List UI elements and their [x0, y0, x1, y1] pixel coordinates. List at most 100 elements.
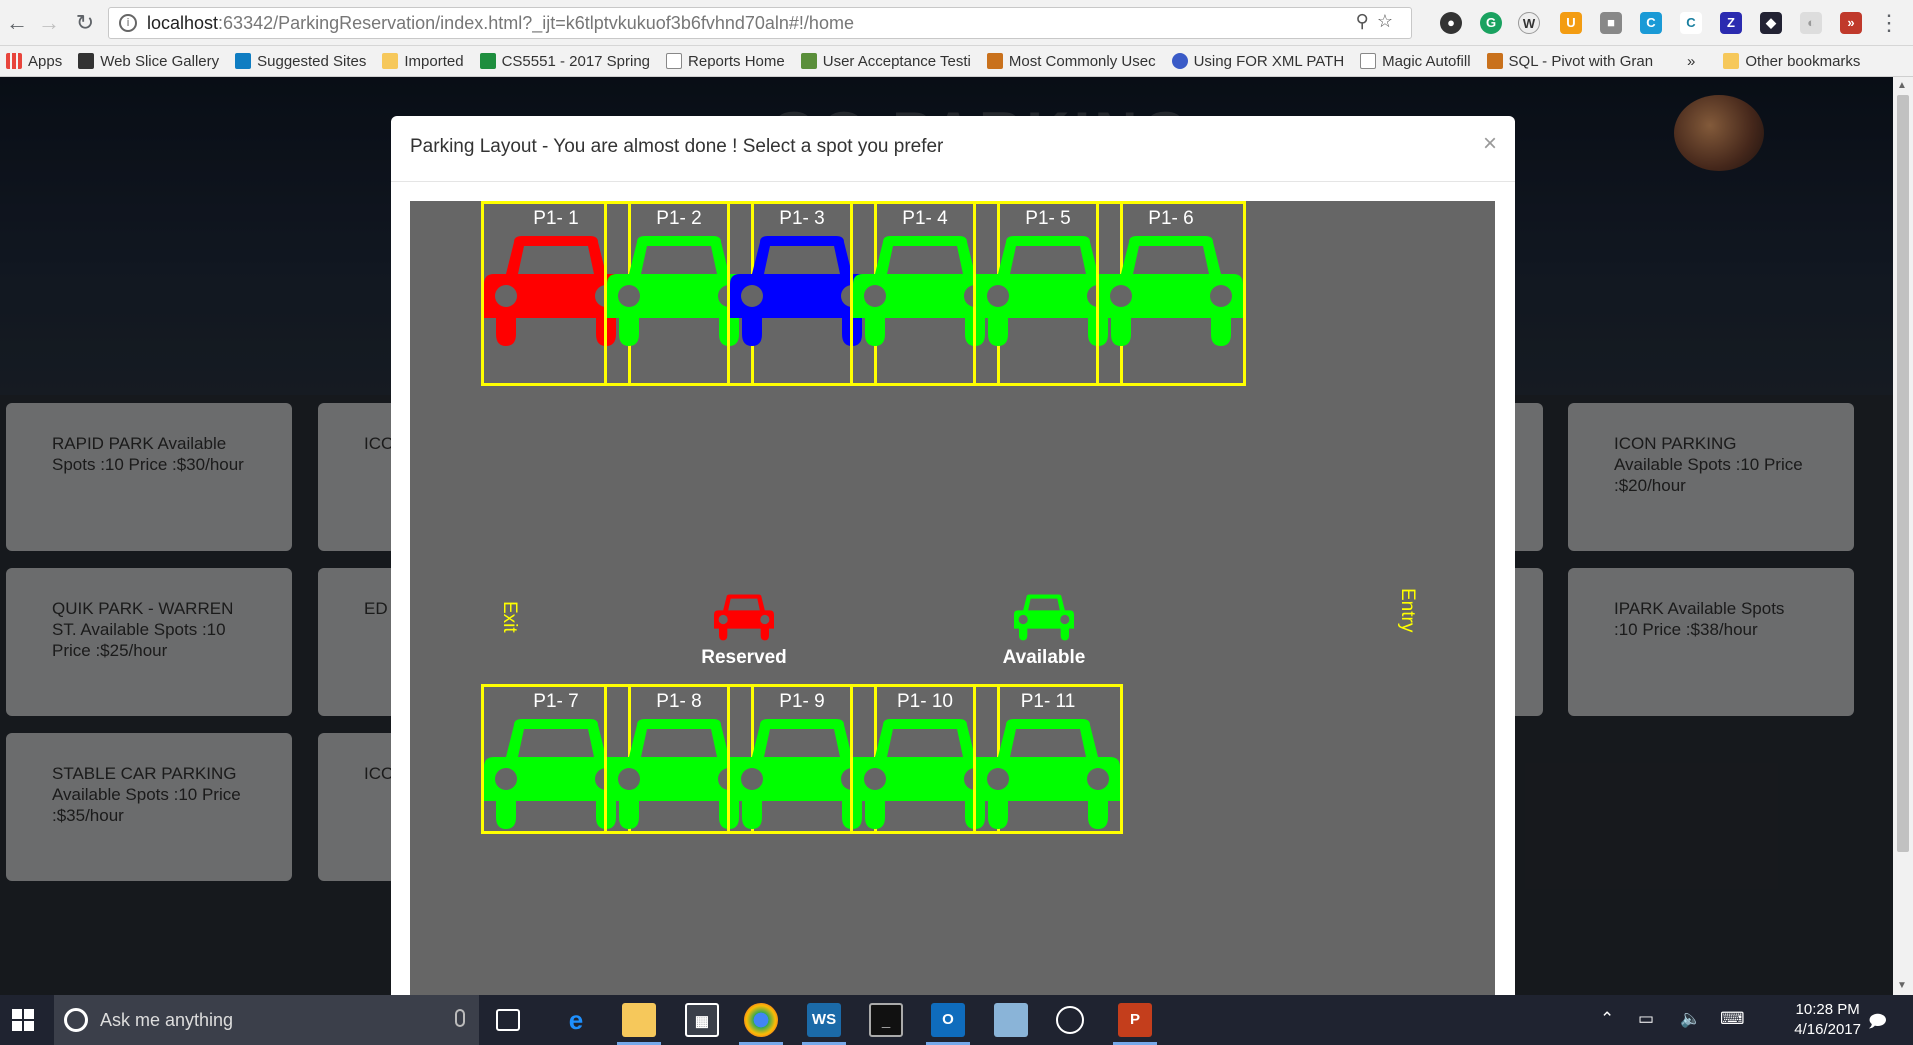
volume-muted-icon[interactable]: 🔈	[1680, 1009, 1701, 1029]
taskbar-search[interactable]: Ask me anything	[54, 995, 479, 1045]
windows-start-icon[interactable]	[12, 1009, 34, 1031]
spot-label: P1- 6	[1148, 208, 1194, 229]
tray-chevron-icon[interactable]: ⌃	[1600, 1009, 1614, 1029]
back-icon[interactable]: ←	[4, 10, 30, 36]
scrollbar-thumb[interactable]	[1897, 95, 1909, 852]
parking-spot[interactable]: P1- 6	[1096, 201, 1246, 386]
site-icon	[1171, 53, 1188, 69]
bookmark-label: Imported	[404, 52, 464, 70]
available-car-icon	[976, 719, 1120, 829]
available-car-icon	[1099, 236, 1243, 346]
file-explorer-icon[interactable]	[622, 1003, 656, 1037]
bookmark-label: Most Commonly Usec	[1008, 52, 1156, 70]
parking-layout-modal: Parking Layout - You are almost done ! S…	[391, 116, 1515, 996]
bookmark-item[interactable]: User Acceptance Testi	[800, 52, 971, 70]
modal-title: Parking Layout - You are almost done ! S…	[410, 136, 944, 157]
extension-icon[interactable]: U	[1560, 12, 1582, 34]
task-view-icon[interactable]	[496, 1009, 520, 1031]
grammarly-icon[interactable]: G	[1480, 12, 1502, 34]
car-shape	[714, 594, 774, 641]
bing-icon	[235, 53, 252, 69]
site-icon	[1486, 53, 1503, 69]
extension-icon[interactable]: ◆	[1760, 12, 1782, 34]
info-icon[interactable]: i	[119, 14, 137, 32]
notifications-icon[interactable]: 🗩	[1868, 1009, 1887, 1038]
forward-icon[interactable]: →	[36, 10, 62, 36]
bookmark-item[interactable]: Imported	[382, 52, 464, 70]
scroll-down-icon[interactable]: ▼	[1897, 980, 1907, 991]
bookmark-item[interactable]: Reports Home	[666, 53, 785, 70]
folder-icon	[1723, 53, 1740, 69]
edge-icon[interactable]: e	[559, 1003, 593, 1037]
bookmark-item[interactable]: CS5551 - 2017 Spring	[479, 53, 650, 70]
terminal-icon[interactable]: _	[869, 1003, 903, 1037]
other-bookmarks[interactable]: Other bookmarks	[1723, 53, 1860, 70]
extension-icon[interactable]: Z	[1720, 12, 1742, 34]
modal-header: Parking Layout - You are almost done ! S…	[391, 116, 1515, 182]
clock-date: 4/16/2017	[1794, 1021, 1861, 1038]
extension-icon[interactable]: C	[1680, 12, 1702, 34]
obs-icon[interactable]	[1056, 1006, 1084, 1034]
bookmarks-bar: Apps Web Slice Gallery Suggested Sites I…	[0, 46, 1913, 77]
exit-label: Exit	[499, 601, 520, 633]
notes-icon[interactable]	[994, 1003, 1028, 1037]
wordpress-icon[interactable]: W	[1518, 12, 1540, 34]
bookmark-label: User Acceptance Testi	[822, 52, 971, 70]
close-icon[interactable]: ×	[1483, 130, 1497, 158]
bookmark-label: Other bookmarks	[1745, 52, 1861, 70]
bookmark-apps[interactable]: Apps	[6, 53, 62, 70]
parking-lot: P1- 1 P1- 2 P1- 3 P1- 4 P1- 5 P1- 6 P1- 7 P1- …	[410, 201, 1495, 996]
extension-icon[interactable]: ■	[1600, 12, 1622, 34]
bookmark-item[interactable]: Using FOR XML PATH	[1171, 52, 1345, 70]
folder-icon	[382, 53, 399, 69]
extension-icon[interactable]: »	[1840, 12, 1862, 34]
site-icon	[986, 53, 1003, 69]
page-icon	[78, 53, 95, 69]
clock[interactable]: 10:28 PM 4/16/2017	[1794, 1000, 1861, 1040]
bookmark-label: Magic Autofill	[1382, 52, 1471, 70]
address-bar[interactable]: i localhost:63342/ParkingReservation/ind…	[108, 7, 1412, 39]
bookmark-item[interactable]: Most Commonly Usec	[986, 52, 1156, 70]
extension-icon[interactable]: ◐	[1800, 12, 1822, 34]
store-icon[interactable]: ▦	[685, 1003, 719, 1037]
legend-label: Reserved	[701, 647, 787, 668]
extension-icon[interactable]: C	[1640, 12, 1662, 34]
chrome-icon[interactable]	[744, 1003, 778, 1037]
spot-label: P1- 11	[1020, 691, 1076, 712]
more-bookmarks-button[interactable]: »	[1687, 53, 1695, 70]
bookmark-star-icon[interactable]: ⚲☆	[1356, 11, 1401, 32]
bookmark-item[interactable]: Web Slice Gallery	[78, 53, 219, 70]
bookmark-item[interactable]: SQL - Pivot with Gran	[1486, 53, 1653, 70]
outlook-icon[interactable]: O	[931, 1003, 965, 1037]
bookmark-label: Suggested Sites	[257, 52, 367, 70]
extension-icon[interactable]: ●	[1440, 12, 1462, 34]
keyboard-icon[interactable]: ⌨	[1720, 1009, 1745, 1029]
url-host: localhost	[147, 12, 219, 33]
powerpoint-icon[interactable]: P	[1118, 1003, 1152, 1037]
gear-icon	[800, 53, 817, 69]
reserved-car-icon	[714, 594, 774, 641]
browser-toolbar: ← → ↻ i localhost:63342/ParkingReservati…	[0, 0, 1913, 46]
bookmark-label: Apps	[28, 52, 63, 70]
bookmark-label: Using FOR XML PATH	[1193, 52, 1345, 70]
sheet-icon	[479, 53, 496, 69]
battery-icon[interactable]: ▭	[1638, 1009, 1654, 1029]
cortana-icon	[64, 1008, 88, 1032]
bookmark-label: Reports Home	[688, 52, 785, 70]
reload-icon[interactable]: ↻	[72, 10, 98, 36]
parking-spot[interactable]: P1- 11	[973, 684, 1123, 834]
microphone-icon[interactable]	[455, 1009, 465, 1027]
page-icon	[1360, 53, 1377, 69]
bookmark-item[interactable]: Suggested Sites	[235, 53, 366, 70]
scroll-up-icon[interactable]: ▲	[1897, 80, 1907, 91]
page-icon	[666, 53, 683, 69]
entry-label: Entry	[1397, 588, 1418, 633]
windows-taskbar: Ask me anything e ▦ WS _ O P ⌃ ▭ 🔈 ⌨ 10:…	[0, 995, 1913, 1045]
apps-icon	[6, 53, 22, 69]
clock-time: 10:28 PM	[1795, 1001, 1860, 1018]
webstorm-icon[interactable]: WS	[807, 1003, 841, 1037]
menu-icon[interactable]: ⋮	[1876, 10, 1902, 36]
bookmark-label: Web Slice Gallery	[100, 52, 220, 70]
bookmark-item[interactable]: Magic Autofill	[1360, 52, 1471, 70]
car-shape	[1014, 594, 1074, 641]
